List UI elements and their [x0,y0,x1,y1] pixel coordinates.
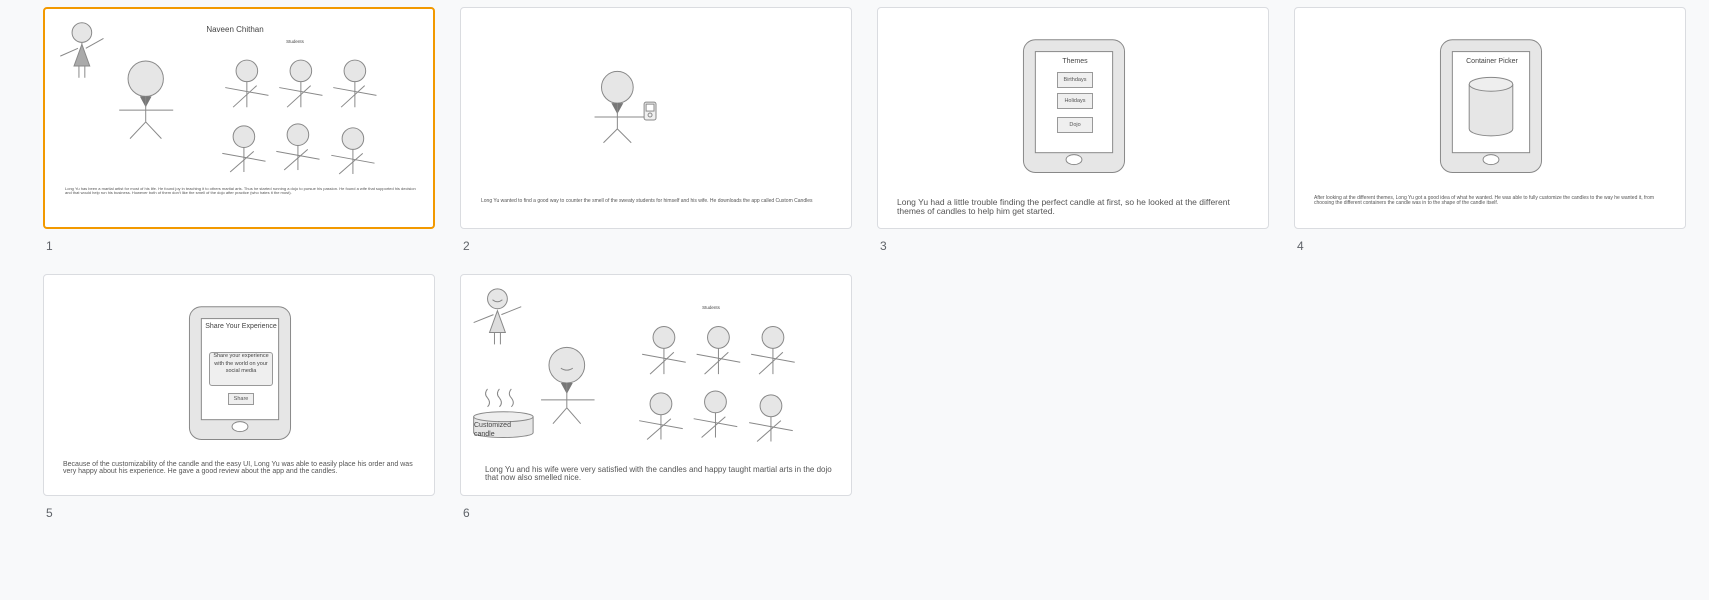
slide-caption: Long Yu and his wife were very satisfied… [485,465,832,483]
slide-thumbnail-1[interactable]: Naveen Chithan Students Long Yu has been… [43,7,435,229]
slide-caption: Because of the customizability of the ca… [63,461,413,476]
theme-option-dojo[interactable]: Dojo [1057,117,1093,133]
students-label: Students [702,305,720,310]
candle-label: Customized candle [474,422,511,438]
slide-number[interactable]: 1 [46,239,53,253]
screen-title: Share Your Experience [205,323,277,330]
slide-caption: Long Yu wanted to find a good way to cou… [481,198,813,204]
slide-number[interactable]: 5 [46,506,53,520]
share-button[interactable]: Share [228,393,254,405]
slide-number[interactable]: 6 [463,506,470,520]
slide-number[interactable]: 3 [880,239,887,253]
slide-number[interactable]: 2 [463,239,470,253]
slide-thumbnail-2[interactable]: Long Yu wanted to find a good way to cou… [460,7,852,229]
sketch-drawing [594,70,657,144]
screen-title: Themes [1062,58,1088,65]
screen-title: Container Picker [1466,58,1518,65]
theme-option-birthdays[interactable]: Birthdays [1057,72,1093,88]
theme-option-holidays[interactable]: Holidays [1057,93,1093,109]
slide-caption: After looking at the different themes, L… [1314,195,1655,207]
slide-grid: Naveen Chithan Students Long Yu has been… [0,0,1709,600]
slide-thumbnail-5[interactable]: Share Your Experience Share your experie… [43,274,435,496]
slide-number[interactable]: 4 [1297,239,1304,253]
slide-thumbnail-4[interactable]: Container Picker After looking at the di… [1294,7,1686,229]
slide-thumbnail-3[interactable]: Themes Birthdays Holidays Dojo Long Yu h… [877,7,1269,229]
author-name: Naveen Chithan [206,25,264,34]
share-message-box: Share your experience with the world on … [209,352,273,386]
slide-caption: Long Yu has been a martial artist for mo… [65,186,416,196]
sketch-drawing [473,288,795,442]
slide-caption: Long Yu had a little trouble finding the… [897,197,1230,216]
students-label: Students [286,39,304,44]
slide-thumbnail-6[interactable]: Students Customized candle Long Yu and h… [460,274,852,496]
